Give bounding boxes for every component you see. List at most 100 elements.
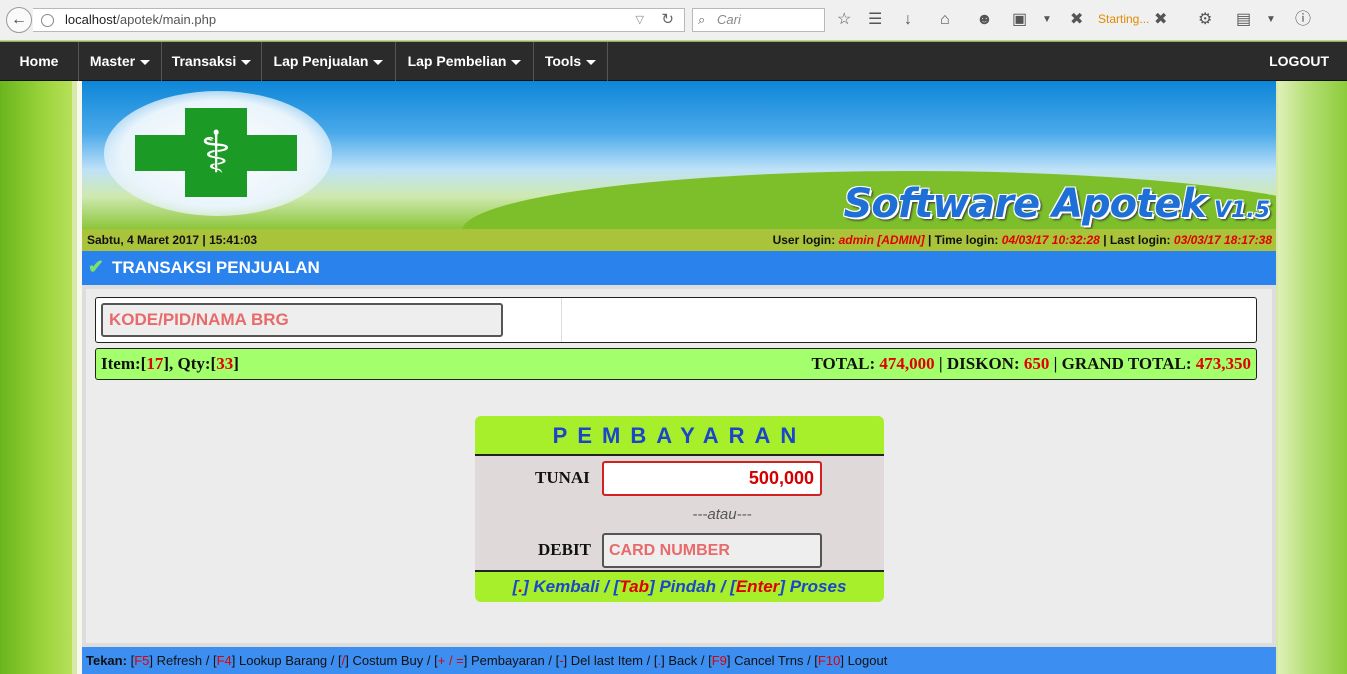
right-background (1278, 81, 1347, 674)
hint-proses: ] Proses (779, 577, 847, 596)
chevron-down-icon[interactable]: ▽ (636, 9, 644, 31)
extension-icon[interactable]: ⚙ (1198, 10, 1212, 30)
shortcut-key: / (341, 653, 346, 668)
info-icon[interactable]: ⓘ (1295, 10, 1311, 30)
caret-down-icon (586, 59, 597, 65)
nav-lap-penjualan[interactable]: Lap Penjualan (262, 42, 396, 81)
shortcut-key: F5 (134, 653, 150, 668)
header-banner: ⚕ Software Apotek V1.5 (82, 81, 1276, 229)
nav-transaksi[interactable]: Transaksi (162, 42, 262, 81)
grand-total-label: | GRAND TOTAL: (1053, 354, 1192, 373)
hint-kembali: ] Kembali / [ (523, 577, 620, 596)
nav-home[interactable]: Home (0, 42, 79, 81)
address-bar[interactable]: localhost/apotek/main.php ▽ ↻ (33, 8, 685, 32)
nav-master[interactable]: Master (79, 42, 162, 81)
time-login-value: 04/03/17 10:32:28 (1001, 233, 1100, 247)
status-bar: Sabtu, 4 Maret 2017 | 15:41:03 User logi… (82, 229, 1276, 251)
shortcut-item: [F10] Logout (810, 653, 888, 668)
atau-separator: ---atau--- (692, 506, 752, 523)
tunai-label: TUNAI (535, 468, 590, 487)
last-login-value: 03/03/17 18:17:38 (1173, 233, 1272, 247)
section-title-bar: ✔ TRANSAKSI PENJUALAN (82, 251, 1276, 285)
browser-status: Starting... (1098, 12, 1150, 26)
shortcut-item: [.] Back / (650, 653, 705, 668)
reload-icon[interactable]: ↻ (661, 9, 674, 31)
total-label: TOTAL: (811, 354, 876, 373)
transaction-panel: KODE/PID/NAMA BRG Item:[17], Qty:[33] TO… (82, 285, 1276, 647)
payment-hints: [.] Kembali / [Tab] Pindah / [Enter] Pro… (475, 572, 884, 602)
page-container: ⚕ Software Apotek V1.5 Sabtu, 4 Maret 201… (72, 81, 1278, 674)
chat-icon[interactable]: ☻ (976, 10, 993, 30)
clipboard-icon[interactable]: ▤ (1236, 10, 1251, 30)
hint-pindah: ] Pindah / [ (648, 577, 736, 596)
shortcut-item: [+ / =] Pembayaran / (430, 653, 552, 668)
item-code-input[interactable]: KODE/PID/NAMA BRG (101, 303, 503, 337)
payment-body: TUNAI 500,000 ---atau--- DEBIT CARD NUMB… (475, 456, 884, 572)
logout-button[interactable]: LOGOUT (1269, 42, 1329, 81)
shortcut-text: Back / (668, 653, 705, 668)
qty-label: ], Qty:[ (163, 354, 217, 373)
star-icon[interactable]: ☆ (837, 10, 851, 30)
item-label: Item:[ (101, 354, 147, 373)
transaction-summary: Item:[17], Qty:[33] TOTAL: 474,000 | DIS… (95, 348, 1257, 380)
shortcut-key: + / = (437, 653, 464, 668)
item-count: 17 (146, 354, 164, 373)
chevron-down-icon[interactable]: ▼ (1042, 10, 1052, 30)
diskon-label: | DISKON: (938, 354, 1020, 373)
brand-name: Software Apotek (843, 181, 1207, 227)
item-input-row: KODE/PID/NAMA BRG (95, 297, 1257, 343)
caret-down-icon (241, 59, 252, 65)
page-title: TRANSAKSI PENJUALAN (112, 258, 320, 277)
login-info: User login: admin [ADMIN] | Time login: … (773, 229, 1272, 251)
browser-toolbar: ← localhost/apotek/main.php ▽ ↻ ⌕ Cari ☆… (0, 0, 1347, 41)
user-login-value: admin [ADMIN] (838, 233, 925, 247)
hint-key-tab: Tab (619, 577, 649, 596)
shortcut-text: Cancel Trns / (734, 653, 811, 668)
brand-logo: Software Apotek V1.5 (844, 181, 1270, 227)
x-icon[interactable]: ✖ (1154, 10, 1167, 30)
shortcut-text: Logout (847, 653, 888, 668)
nav-lap-penjualan-label: Lap Penjualan (273, 53, 369, 69)
shortcut-item: [/] Costum Buy / (334, 653, 431, 668)
debit-label: DEBIT (538, 540, 591, 559)
download-icon[interactable]: ↓ (904, 10, 912, 30)
qty-close: ] (233, 354, 239, 373)
caret-down-icon (373, 59, 384, 65)
shortcut-key: F4 (216, 653, 232, 668)
brand-version: V1.5 (1214, 198, 1270, 223)
reader-icon[interactable]: ☰ (868, 10, 882, 30)
url-path: /apotek/main.php (116, 12, 217, 27)
pharmacy-cross-logo: ⚕ (135, 108, 297, 197)
nav-lap-pembelian[interactable]: Lap Pembelian (396, 42, 534, 81)
search-icon: ⌕ (698, 12, 706, 27)
nav-tools[interactable]: Tools (534, 42, 608, 81)
tunai-input[interactable]: 500,000 (602, 461, 822, 496)
search-placeholder: Cari (717, 12, 741, 27)
caret-down-icon (140, 59, 151, 65)
shortcut-item: [F4] Lookup Barang / (209, 653, 335, 668)
camera-icon[interactable]: ▣ (1012, 10, 1027, 30)
last-login-label: | Last login: (1103, 233, 1171, 247)
left-background (0, 81, 72, 674)
shortcut-item: [-] Del last Item / (551, 653, 651, 668)
hint-key-enter: Enter (735, 577, 780, 596)
shortcut-text: Pembayaran / (471, 653, 552, 668)
shortcut-key: . (657, 653, 662, 668)
x-icon[interactable]: ✖ (1070, 10, 1083, 30)
shortcut-key: F9 (711, 653, 727, 668)
url-host: localhost (65, 12, 117, 27)
totals-summary: TOTAL: 474,000 | DISKON: 650 | GRAND TOT… (812, 349, 1251, 379)
debit-card-input[interactable]: CARD NUMBER (602, 533, 822, 568)
total-value: 474,000 (879, 354, 935, 373)
search-input[interactable]: ⌕ Cari (692, 8, 825, 32)
footer-label: Tekan: (86, 653, 127, 668)
home-icon[interactable]: ⌂ (940, 10, 950, 30)
payment-dialog: PEMBAYARAN TUNAI 500,000 ---atau--- DEBI… (475, 416, 884, 602)
shortcut-footer: Tekan: [F5] Refresh / [F4] Lookup Barang… (82, 647, 1276, 674)
shortcut-key: - (559, 653, 564, 668)
chevron-down-icon[interactable]: ▼ (1266, 10, 1276, 30)
nav-transaksi-label: Transaksi (171, 53, 237, 69)
back-arrow-icon[interactable]: ← (6, 7, 32, 33)
item-qty-summary: Item:[17], Qty:[33] (101, 349, 239, 379)
nav-tools-label: Tools (544, 53, 582, 69)
